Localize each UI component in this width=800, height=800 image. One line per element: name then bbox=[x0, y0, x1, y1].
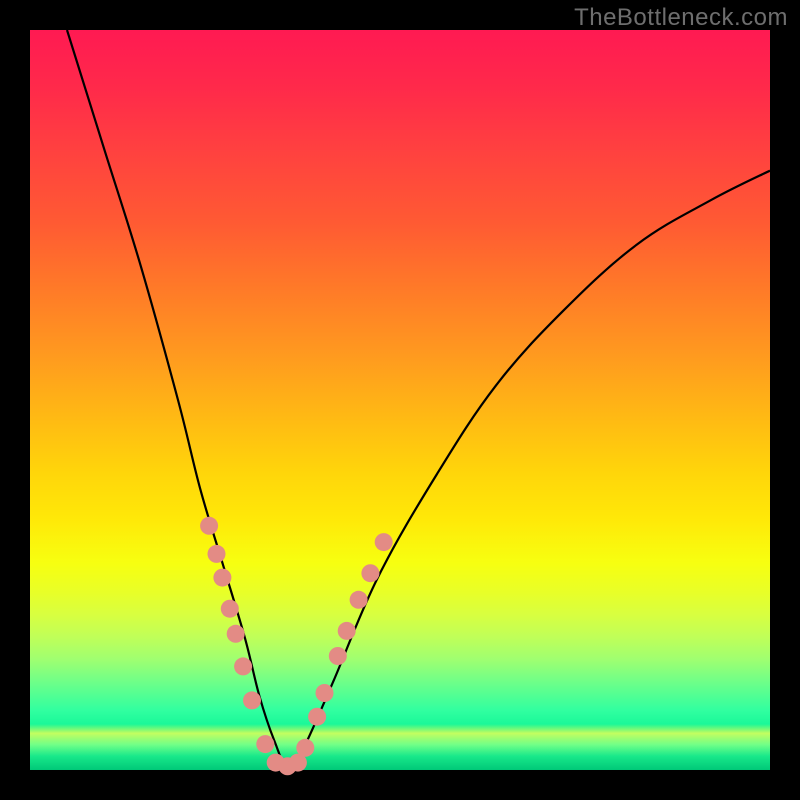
highlight-dot bbox=[338, 622, 356, 640]
highlight-dot bbox=[350, 591, 368, 609]
bottleneck-curve bbox=[67, 30, 770, 770]
highlight-dot bbox=[221, 600, 239, 618]
highlight-dot bbox=[200, 517, 218, 535]
highlight-dot bbox=[375, 533, 393, 551]
highlight-dot bbox=[308, 708, 326, 726]
highlight-dot bbox=[234, 657, 252, 675]
highlight-dot bbox=[361, 564, 379, 582]
highlight-dot bbox=[256, 735, 274, 753]
highlight-dot bbox=[243, 691, 261, 709]
highlight-dot bbox=[296, 739, 314, 757]
highlight-dots-group bbox=[200, 517, 393, 776]
highlight-dot bbox=[208, 545, 226, 563]
watermark-text: TheBottleneck.com bbox=[574, 4, 788, 32]
highlight-dot bbox=[329, 647, 347, 665]
highlight-dot bbox=[213, 569, 231, 587]
highlight-dot bbox=[316, 684, 334, 702]
chart-overlay bbox=[30, 30, 770, 770]
highlight-dot bbox=[227, 625, 245, 643]
chart-frame: TheBottleneck.com bbox=[0, 0, 800, 800]
